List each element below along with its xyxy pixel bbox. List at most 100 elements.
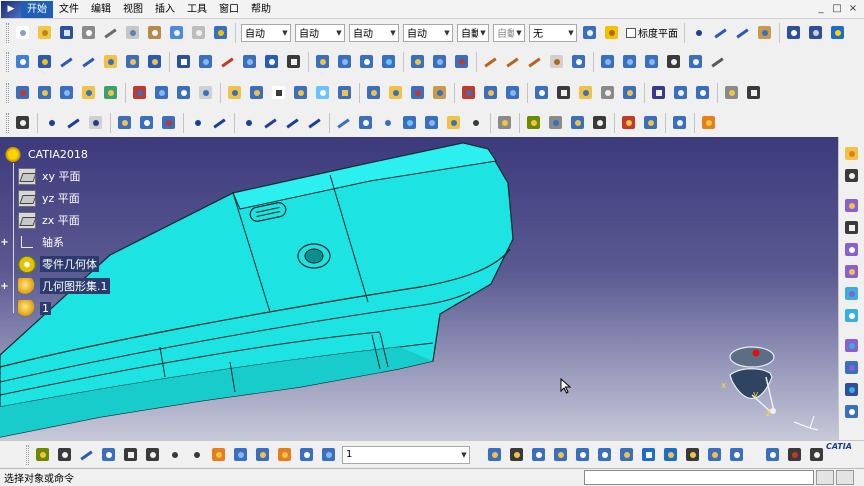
- blend-curve-icon[interactable]: [58, 53, 76, 71]
- curve-on-surface-icon[interactable]: [248, 84, 266, 102]
- swap-space-icon[interactable]: [728, 446, 746, 464]
- blend-surface-icon[interactable]: [336, 53, 354, 71]
- helix-icon[interactable]: [335, 114, 353, 132]
- fly-icon[interactable]: [486, 446, 504, 464]
- fullscreen-icon[interactable]: [745, 84, 763, 102]
- net-surface-icon[interactable]: [285, 53, 303, 71]
- tree-item-yz-plane[interactable]: yz 平面: [4, 187, 110, 209]
- shaft-icon[interactable]: [843, 241, 861, 259]
- pocket-icon[interactable]: [843, 219, 861, 237]
- geometric-constraint-icon[interactable]: [232, 446, 250, 464]
- sketch-icon[interactable]: [14, 53, 32, 71]
- part-model[interactable]: [0, 137, 838, 440]
- sketch-trim-icon[interactable]: [160, 114, 178, 132]
- tree-item-geometrical-set[interactable]: + 几何图形集.1: [0, 275, 110, 297]
- fit-box-icon[interactable]: [188, 446, 206, 464]
- 3d-viewport[interactable]: CATIA2018 xy 平面 yz 平面 zx 平面 + 轴系 零件几何体 +…: [0, 137, 838, 440]
- untrim-icon[interactable]: [526, 53, 544, 71]
- distance-analysis-icon[interactable]: [58, 84, 76, 102]
- tree-item-root[interactable]: CATIA2018: [4, 143, 110, 165]
- animate-icon[interactable]: [276, 446, 294, 464]
- wireframe-icon[interactable]: [365, 84, 383, 102]
- close-surface-icon[interactable]: [843, 403, 861, 421]
- whats-this-icon[interactable]: [212, 24, 230, 42]
- curve-analysis-icon[interactable]: [14, 84, 32, 102]
- open-folder-icon[interactable]: [36, 24, 54, 42]
- menu-window[interactable]: 窗口: [213, 1, 245, 18]
- sketcher-icon[interactable]: [14, 114, 32, 132]
- point-icon[interactable]: [690, 24, 708, 42]
- sketch-bend-icon[interactable]: [306, 114, 324, 132]
- sketch-profile-icon[interactable]: [116, 114, 134, 132]
- translate-icon[interactable]: [599, 53, 617, 71]
- hide-show-icon[interactable]: [785, 24, 803, 42]
- fragmentation-icon[interactable]: [482, 84, 500, 102]
- edit-multi-icon[interactable]: [298, 446, 316, 464]
- material-icon[interactable]: [577, 84, 595, 102]
- toolbar-grip[interactable]: [26, 444, 29, 465]
- menu-tools[interactable]: 工具: [181, 1, 213, 18]
- sketch-chamfer-icon[interactable]: [284, 114, 302, 132]
- close-button[interactable]: ×: [846, 2, 860, 16]
- command-stop-button[interactable]: [816, 470, 834, 485]
- concentric-icon[interactable]: [379, 114, 397, 132]
- thick-surface-icon[interactable]: [843, 381, 861, 399]
- select-trap-icon[interactable]: [843, 167, 861, 185]
- ground-icon[interactable]: [808, 446, 826, 464]
- copy-icon[interactable]: [124, 24, 142, 42]
- snapshot-icon[interactable]: [621, 84, 639, 102]
- standard-plane-checkbox[interactable]: 标度平面: [626, 25, 678, 40]
- styling-corner-icon[interactable]: [124, 53, 142, 71]
- scaling-icon[interactable]: [665, 53, 683, 71]
- face-fillet-icon[interactable]: [453, 53, 471, 71]
- layer-name-combo[interactable]: 无 ▼: [529, 23, 577, 42]
- sphere-icon[interactable]: [175, 84, 193, 102]
- solid-combine-icon[interactable]: [843, 359, 861, 377]
- line-icon[interactable]: [65, 114, 83, 132]
- styling-fillet-icon[interactable]: [431, 53, 449, 71]
- rib-icon[interactable]: [843, 285, 861, 303]
- connect-checker-icon[interactable]: [36, 84, 54, 102]
- sketch-point-icon[interactable]: [43, 114, 61, 132]
- redo-icon[interactable]: [190, 24, 208, 42]
- dimension-icon[interactable]: [210, 446, 228, 464]
- extrude-surface-icon[interactable]: [197, 53, 215, 71]
- eraser-icon[interactable]: [756, 24, 774, 42]
- groove-icon[interactable]: [843, 263, 861, 281]
- checkbox-box[interactable]: [626, 27, 636, 38]
- toolbar-grip[interactable]: [6, 51, 9, 72]
- axis-to-axis-icon[interactable]: [709, 53, 727, 71]
- normal-view-icon[interactable]: [618, 446, 636, 464]
- compass-graphic[interactable]: [716, 337, 786, 417]
- zoom-in-icon[interactable]: [574, 446, 592, 464]
- pan-icon[interactable]: [530, 446, 548, 464]
- hide-show-bottom-icon[interactable]: [706, 446, 724, 464]
- fit-all-icon[interactable]: [508, 446, 526, 464]
- color-combo[interactable]: 自动 ▼: [241, 23, 291, 42]
- format-painter-icon[interactable]: [581, 24, 599, 42]
- swap-visible-icon[interactable]: [807, 24, 825, 42]
- sketch-tools-icon[interactable]: [138, 114, 156, 132]
- app-logo-icon[interactable]: ▶: [1, 0, 21, 18]
- undo-icon[interactable]: [168, 24, 186, 42]
- arc-icon[interactable]: [734, 24, 752, 42]
- connect-curve-icon[interactable]: [80, 53, 98, 71]
- linetype-combo[interactable]: 自动 ▼: [295, 23, 345, 42]
- paste-icon[interactable]: [146, 24, 164, 42]
- tree-item-zx-plane[interactable]: zx 平面: [4, 209, 110, 231]
- render-style-combo[interactable]: 自動 ▼: [493, 23, 525, 42]
- sketch-arc-icon[interactable]: [211, 114, 229, 132]
- shading-icon[interactable]: [684, 446, 702, 464]
- menu-insert[interactable]: 插入: [149, 1, 181, 18]
- thickness-combo[interactable]: 自动 ▼: [349, 23, 399, 42]
- menu-edit[interactable]: 编辑: [85, 1, 117, 18]
- compass[interactable]: x y z: [716, 337, 786, 420]
- menu-help[interactable]: 帮助: [245, 1, 277, 18]
- match-surface-icon[interactable]: [358, 53, 376, 71]
- intersect-icon[interactable]: [314, 84, 332, 102]
- conic-icon[interactable]: [401, 114, 419, 132]
- save-icon[interactable]: [58, 24, 76, 42]
- apply-material-icon[interactable]: [599, 84, 617, 102]
- rotate-view-icon[interactable]: [552, 446, 570, 464]
- rotate-icon[interactable]: [621, 53, 639, 71]
